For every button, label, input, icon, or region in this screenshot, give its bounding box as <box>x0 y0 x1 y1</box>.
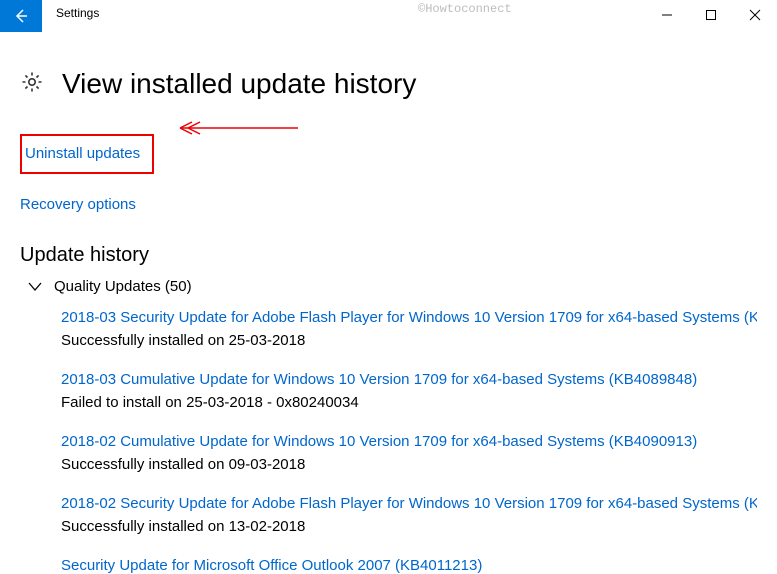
update-title-link[interactable]: 2018-03 Security Update for Adobe Flash … <box>61 309 757 326</box>
update-title-link[interactable]: 2018-02 Cumulative Update for Windows 10… <box>61 433 757 450</box>
arrow-annotation <box>168 118 298 138</box>
chevron-down-icon <box>26 277 44 295</box>
page-header: View installed update history <box>20 68 757 100</box>
update-status: Failed to install on 25-03-2018 - 0x8024… <box>61 394 757 411</box>
minimize-button[interactable] <box>645 0 689 30</box>
update-status: Successfully installed on 09-03-2018 <box>61 456 757 473</box>
uninstall-updates-link[interactable]: Uninstall updates <box>25 145 140 162</box>
quality-updates-toggle[interactable]: Quality Updates (50) <box>26 277 757 295</box>
window-title: Settings <box>56 6 99 20</box>
update-item: 2018-02 Security Update for Adobe Flash … <box>61 495 757 535</box>
update-list: 2018-03 Security Update for Adobe Flash … <box>61 309 757 574</box>
maximize-icon <box>705 9 717 21</box>
update-item: 2018-03 Cumulative Update for Windows 10… <box>61 371 757 411</box>
minimize-icon <box>661 9 673 21</box>
page-title: View installed update history <box>62 68 416 100</box>
titlebar: Settings ©Howtoconnect <box>0 0 777 32</box>
content-area: View installed update history Uninstall … <box>0 32 777 574</box>
arrow-left-icon <box>13 8 29 24</box>
update-title-link[interactable]: 2018-03 Cumulative Update for Windows 10… <box>61 371 757 388</box>
uninstall-highlight-box: Uninstall updates <box>20 134 154 174</box>
update-status: Successfully installed on 13-02-2018 <box>61 518 757 535</box>
recovery-row: Recovery options <box>20 196 757 214</box>
close-icon <box>749 9 761 21</box>
update-item: Security Update for Microsoft Office Out… <box>61 557 757 574</box>
update-item: 2018-03 Security Update for Adobe Flash … <box>61 309 757 349</box>
update-item: 2018-02 Cumulative Update for Windows 10… <box>61 433 757 473</box>
update-status: Successfully installed on 25-03-2018 <box>61 332 757 349</box>
update-history-heading: Update history <box>20 244 757 267</box>
back-button[interactable] <box>0 0 42 32</box>
update-title-link[interactable]: 2018-02 Security Update for Adobe Flash … <box>61 495 757 512</box>
recovery-options-link[interactable]: Recovery options <box>20 196 136 213</box>
quality-updates-label: Quality Updates (50) <box>54 278 192 295</box>
gear-icon <box>20 70 44 99</box>
update-title-link[interactable]: Security Update for Microsoft Office Out… <box>61 557 757 574</box>
window-controls <box>645 0 777 30</box>
maximize-button[interactable] <box>689 0 733 30</box>
watermark-text: ©Howtoconnect <box>418 2 512 16</box>
close-button[interactable] <box>733 0 777 30</box>
